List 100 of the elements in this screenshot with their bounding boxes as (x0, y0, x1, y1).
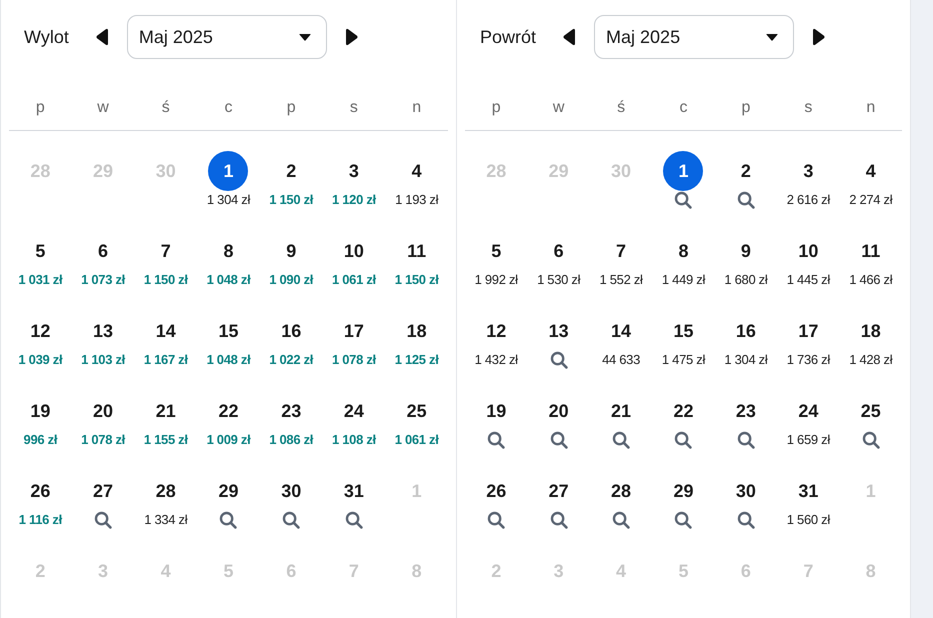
search-icon (674, 431, 692, 449)
search-icon (550, 511, 568, 529)
day-button[interactable]: 1 (208, 151, 248, 191)
day-button[interactable]: 14 (156, 320, 176, 342)
day-button[interactable]: 27 (548, 480, 569, 502)
weekday-label: p (286, 98, 296, 118)
caret-down-icon (298, 34, 311, 40)
day-button[interactable]: 19 (30, 400, 50, 422)
day-button[interactable]: 29 (673, 480, 694, 502)
day-button[interactable]: 2 (740, 160, 751, 182)
price-label: 1 009 zł (206, 431, 250, 449)
weekday-label: p (741, 98, 750, 118)
day-button[interactable]: 19 (486, 400, 506, 422)
month-dropdown[interactable]: Maj 2025 (126, 15, 327, 59)
price-label: 1 086 zł (269, 431, 314, 449)
day-button[interactable]: 17 (344, 320, 364, 342)
price-label: 996 zł (24, 431, 58, 449)
search-icon (862, 431, 880, 449)
day-button[interactable]: 24 (798, 400, 818, 422)
day-button[interactable]: 26 (30, 480, 50, 502)
price-label: 1 120 zł (332, 191, 376, 209)
day-button[interactable]: 25 (406, 400, 427, 422)
weekday-label: w (97, 98, 109, 118)
price-label: 1 116 zł (18, 511, 62, 529)
day-button[interactable]: 26 (486, 480, 506, 502)
calendar-label: Powrót (480, 26, 536, 48)
price-label: 1 560 zł (786, 511, 830, 529)
search-icon (282, 511, 300, 529)
search-icon (612, 431, 630, 449)
price-label: 1 432 zł (474, 351, 518, 369)
price-label: 1 193 zł (395, 191, 438, 209)
day-button[interactable]: 20 (548, 400, 569, 422)
day-button[interactable]: 22 (673, 400, 694, 422)
day-button[interactable]: 12 (30, 320, 50, 342)
triangle-right-icon (346, 28, 358, 46)
price-label: 1 155 zł (144, 431, 188, 449)
day-button[interactable]: 30 (281, 480, 302, 502)
weekday-label: s (350, 98, 358, 118)
day-button[interactable]: 22 (218, 400, 238, 422)
calendar-label: Wylot (24, 26, 69, 48)
search-icon (736, 431, 755, 449)
day-button[interactable]: 12 (486, 320, 506, 342)
day-button[interactable]: 18 (406, 320, 427, 342)
month-dropdown[interactable]: Maj 2025 (594, 15, 794, 59)
day-button[interactable]: 8 (223, 240, 234, 262)
day-button[interactable]: 5 (491, 240, 502, 262)
day-button[interactable]: 2 (286, 160, 296, 182)
day-button[interactable]: 10 (798, 240, 818, 262)
day-button[interactable]: 14 (611, 320, 632, 342)
day-button[interactable]: 11 (861, 240, 880, 262)
day-button[interactable]: 23 (736, 400, 756, 422)
day-button[interactable]: 6 (554, 240, 564, 262)
day-button[interactable]: 3 (348, 160, 359, 182)
day-button[interactable]: 27 (93, 480, 114, 502)
day-button[interactable]: 28 (611, 480, 632, 502)
search-icon (487, 511, 506, 529)
price-label: 2 616 zł (786, 191, 830, 209)
day-button[interactable]: 4 (866, 160, 876, 182)
day-button[interactable]: 25 (860, 400, 881, 422)
day-button[interactable]: 7 (616, 240, 626, 262)
day-button[interactable]: 29 (218, 480, 238, 502)
day-button[interactable]: 4 (412, 160, 422, 182)
day-button[interactable]: 10 (344, 240, 364, 262)
triangle-left-icon (563, 28, 576, 46)
search-icon (550, 351, 568, 369)
day-button[interactable]: 1 (663, 151, 704, 191)
day-button[interactable]: 21 (156, 400, 176, 422)
day-button[interactable]: 21 (611, 400, 632, 422)
day-button[interactable]: 9 (740, 240, 751, 262)
day-button[interactable]: 24 (344, 400, 364, 422)
day-button[interactable]: 5 (35, 240, 46, 262)
search-icon (674, 191, 692, 209)
day-button[interactable]: 7 (160, 240, 171, 262)
day-button[interactable]: 13 (548, 320, 569, 342)
search-icon (736, 511, 755, 529)
weekday-label: p (492, 98, 501, 118)
day-button[interactable]: 20 (93, 400, 114, 422)
search-icon (487, 431, 506, 449)
day-button[interactable]: 9 (286, 240, 296, 262)
day-button[interactable]: 28 (156, 480, 176, 502)
price-label: 1 150 zł (269, 191, 314, 209)
day-button[interactable]: 30 (736, 480, 756, 502)
day-button[interactable]: 11 (407, 240, 426, 262)
day-button[interactable]: 17 (798, 320, 818, 342)
day-button[interactable]: 13 (93, 320, 114, 342)
price-label: 1 103 zł (81, 351, 125, 369)
day-button[interactable]: 16 (281, 320, 302, 342)
day-button[interactable]: 23 (281, 400, 302, 422)
day-button[interactable]: 16 (736, 320, 756, 342)
price-label: 1 022 zł (269, 351, 314, 369)
day-button[interactable]: 15 (673, 320, 694, 342)
day-button[interactable]: 31 (798, 480, 818, 502)
day-button[interactable]: 6 (98, 240, 108, 262)
day-button[interactable]: 8 (678, 240, 688, 262)
day-button[interactable]: 18 (860, 320, 881, 342)
price-label: 1 552 zł (599, 271, 643, 289)
price-label: 1 680 zł (724, 271, 768, 289)
day-button[interactable]: 31 (344, 480, 364, 502)
day-button[interactable]: 15 (218, 320, 238, 342)
day-button[interactable]: 3 (803, 160, 814, 182)
